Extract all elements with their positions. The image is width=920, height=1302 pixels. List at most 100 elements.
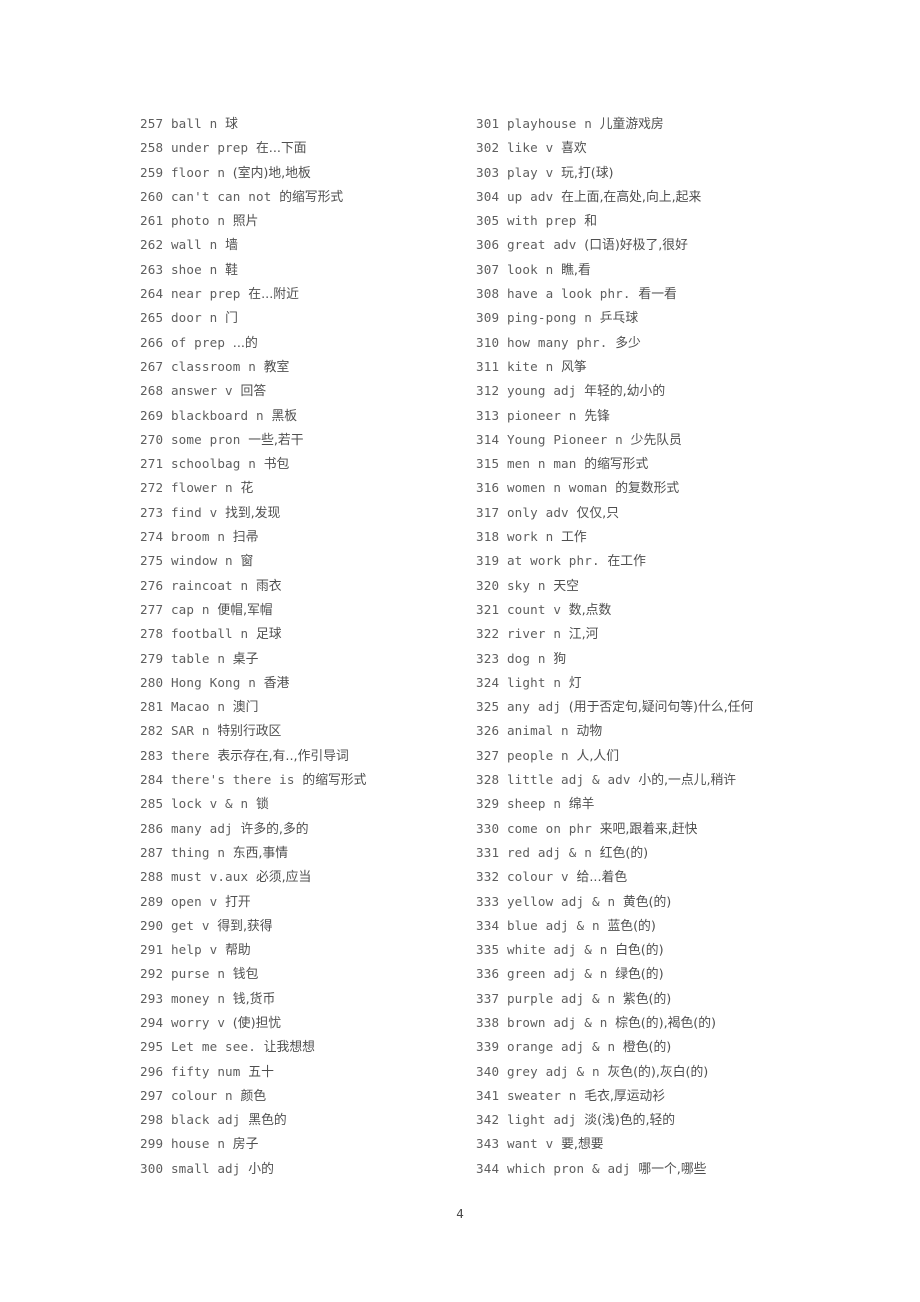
vocabulary-entry: 288 must v.aux 必须,应当: [140, 865, 470, 889]
entry-number: 275: [140, 553, 164, 569]
entry-translation: 的复数形式: [615, 481, 680, 497]
entry-translation: 钱包: [232, 967, 259, 983]
entry-translation: 先锋: [584, 408, 610, 424]
vocabulary-entry: 322 river n 江,河: [476, 622, 896, 646]
entry-number: 314: [476, 431, 500, 447]
entry-word: young adj: [506, 383, 577, 399]
vocabulary-entry: 339 orange adj & n 橙色(的): [476, 1035, 896, 1059]
vocabulary-entry: 340 grey adj & n 灰色(的),灰白(的): [476, 1060, 896, 1084]
entry-word: look n: [506, 261, 554, 277]
entry-word: lock v & n: [170, 796, 249, 812]
entry-number: 277: [140, 601, 164, 617]
entry-translation: 在上面,在高处,向上,起来: [561, 189, 702, 205]
entry-number: 291: [140, 942, 164, 958]
entry-word: under prep: [170, 140, 249, 156]
entry-word: get v: [170, 917, 210, 933]
entry-translation: 人,人们: [576, 748, 619, 764]
entry-number: 301: [476, 116, 500, 131]
entry-word: house n: [170, 1136, 226, 1152]
entry-translation: 的缩写形式: [302, 773, 367, 789]
page-number: 4: [456, 1206, 464, 1221]
entry-word: women n woman: [506, 480, 608, 496]
entry-translation: 蓝色(的): [607, 918, 656, 934]
entry-translation: 棕色(的),褐色(的): [615, 1015, 717, 1031]
entry-word: river n: [506, 626, 562, 642]
entry-word: ball n: [170, 116, 218, 131]
entry-translation: 年轻的,幼小的: [584, 384, 666, 400]
vocabulary-entry: 320 sky n 天空: [476, 574, 896, 598]
entry-number: 287: [140, 844, 164, 860]
entry-number: 313: [476, 407, 500, 423]
entry-translation: 数,点数: [568, 602, 612, 618]
entry-word: find v: [170, 504, 218, 520]
vocabulary-entry: 308 have a look phr. 看一看: [476, 282, 896, 306]
entry-translation: 白色(的): [615, 943, 664, 959]
entry-number: 308: [476, 286, 500, 302]
entry-word: people n: [506, 747, 569, 763]
entry-number: 309: [476, 310, 500, 326]
vocabulary-entry: 267 classroom n 教室: [140, 355, 470, 379]
entry-translation: 多少: [615, 335, 641, 351]
entry-number: 259: [140, 164, 164, 180]
vocabulary-entry: 287 thing n 东西,事情: [140, 841, 470, 865]
entry-word: which pron & adj: [506, 1160, 631, 1176]
entry-number: 343: [476, 1136, 500, 1152]
entry-number: 322: [476, 626, 500, 642]
entry-number: 338: [476, 1014, 500, 1030]
entry-word: green adj & n: [506, 966, 608, 982]
vocabulary-entry: 278 football n 足球: [140, 622, 470, 646]
entry-translation: 来吧,跟着来,赶快: [599, 821, 698, 837]
entry-word: up adv: [506, 188, 554, 204]
entry-word: light n: [506, 674, 562, 690]
entry-translation: 钱,货币: [232, 991, 276, 1007]
vocabulary-entry: 258 under prep 在...下面: [140, 136, 470, 160]
vocabulary-entry: 282 SAR n 特别行政区: [140, 719, 470, 743]
entry-translation: 锁: [256, 797, 269, 813]
entry-number: 261: [140, 213, 164, 229]
entry-number: 272: [140, 480, 164, 496]
entry-word: yellow adj & n: [506, 893, 616, 909]
vocabulary-entry: 277 cap n 便帽,军帽: [140, 598, 470, 622]
vocabulary-entry: 302 like v 喜欢: [476, 136, 896, 160]
entry-number: 296: [140, 1063, 164, 1079]
entry-translation: 灯: [568, 675, 582, 691]
entry-translation: 桌子: [232, 651, 259, 667]
entry-word: window n: [170, 553, 233, 569]
vocabulary-entry: 273 find v 找到,发现: [140, 501, 470, 525]
entry-word: SAR n: [170, 723, 210, 739]
entry-translation: 的缩写形式: [584, 457, 649, 473]
vocabulary-entry: 274 broom n 扫帚: [140, 525, 470, 549]
entry-translation: 在...附近: [248, 287, 299, 303]
entry-translation: 狗: [553, 651, 567, 667]
entry-translation: 花: [240, 481, 254, 497]
vocabulary-entry: 326 animal n 动物: [476, 719, 896, 743]
entry-number: 257: [140, 116, 164, 131]
entry-word: Young Pioneer n: [506, 431, 623, 447]
entry-word: black adj: [170, 1112, 241, 1128]
entry-translation: 门: [225, 311, 238, 327]
entry-translation: 表示存在,有..,作引导词: [217, 748, 349, 764]
entry-translation: 照片: [232, 214, 259, 230]
entry-word: want v: [506, 1136, 554, 1152]
entry-number: 274: [140, 529, 164, 545]
entry-word: there's there is: [170, 772, 295, 788]
entry-number: 267: [140, 358, 164, 374]
entry-translation: 许多的,多的: [240, 821, 309, 837]
entry-number: 271: [140, 456, 164, 472]
vocabulary-entry: 344 which pron & adj 哪一个,哪些: [476, 1157, 896, 1181]
vocabulary-entry: 334 blue adj & n 蓝色(的): [476, 914, 896, 938]
vocabulary-column-left: 257 ball n 球 258 under prep 在...下面 259 flo…: [140, 112, 470, 1181]
entry-translation: (用于否定句,疑问句等)什么,任何: [568, 700, 754, 716]
entry-word: playhouse n: [506, 116, 592, 131]
entry-translation: 墙: [225, 238, 238, 254]
entry-word: thing n: [170, 844, 226, 860]
entry-translation: 儿童游戏房: [599, 117, 664, 132]
entry-translation: 特别行政区: [217, 724, 282, 740]
entry-word: little adj & adv: [506, 772, 631, 788]
entry-word: pioneer n: [506, 407, 577, 423]
entry-translation: 黑板: [271, 408, 298, 424]
entry-word: of prep: [170, 334, 226, 350]
entry-translation: 仅仅,只: [576, 505, 619, 521]
entry-word: some pron: [170, 431, 241, 447]
vocabulary-column-right: 301 playhouse n 儿童游戏房 302 like v 喜欢 303 pl…: [476, 112, 896, 1181]
